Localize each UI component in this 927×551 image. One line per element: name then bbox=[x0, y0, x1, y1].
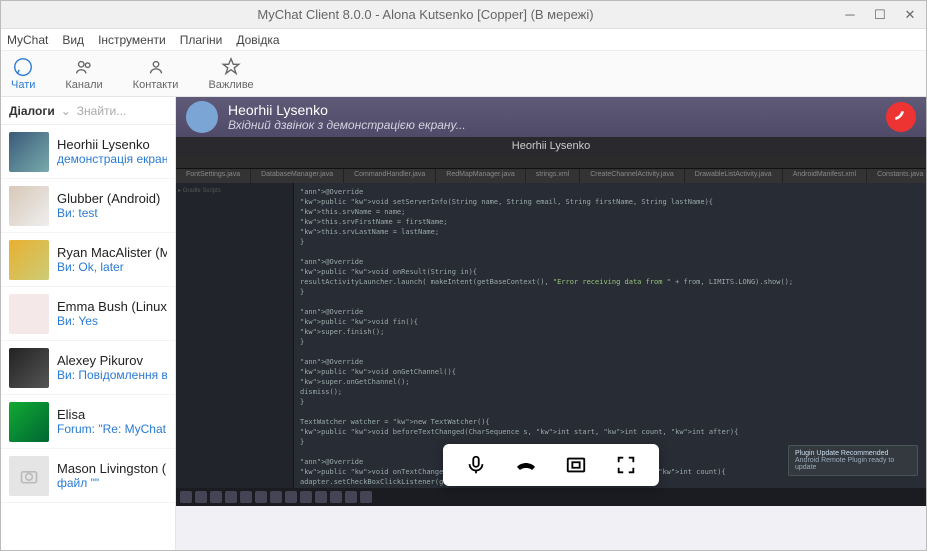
tab-contacts[interactable]: Контакти bbox=[133, 56, 179, 91]
dialog-sub: Ви: Ok, later bbox=[57, 260, 167, 274]
phone-hangup-icon bbox=[514, 453, 538, 477]
menu-help[interactable]: Довідка bbox=[236, 33, 279, 47]
tab-chats[interactable]: Чати bbox=[11, 56, 35, 91]
ide-tab: DrawableListActivity.java bbox=[685, 169, 782, 183]
microphone-icon bbox=[465, 454, 487, 476]
tab-important[interactable]: Важливе bbox=[208, 56, 253, 91]
chevron-down-icon[interactable]: ⌄ bbox=[61, 104, 71, 118]
os-taskbar bbox=[176, 488, 926, 506]
screen-icon bbox=[565, 454, 587, 476]
end-call-button[interactable] bbox=[513, 452, 539, 478]
sidebar-title: Діалоги bbox=[9, 104, 55, 118]
menu-plugins[interactable]: Плагіни bbox=[180, 33, 223, 47]
ide-tab: AndroidManifest.xml bbox=[783, 169, 866, 183]
ide-notification: Plugin Update Recommended Android Remote… bbox=[788, 445, 918, 476]
titlebar: MyChat Client 8.0.0 - Alona Kutsenko [Co… bbox=[1, 1, 926, 29]
minimize-button[interactable]: ─ bbox=[842, 7, 858, 23]
tab-chats-label: Чати bbox=[11, 79, 35, 91]
contacts-icon bbox=[145, 56, 167, 78]
ide-tab: DatabaseManager.java bbox=[251, 169, 343, 183]
dialog-sub: Forum: "Re: MyChat bbox=[57, 422, 167, 436]
tab-important-label: Важливе bbox=[208, 79, 253, 91]
dialog-item[interactable]: Alexey PikurovВи: Повідомлення від bbox=[1, 341, 175, 395]
dialog-sub: демонстрація екрану bbox=[57, 152, 167, 166]
search-input[interactable]: Знайти... bbox=[77, 104, 126, 118]
dialog-item[interactable]: Heorhii Lysenkoдемонстрація екрану bbox=[1, 125, 175, 179]
menubar: MyChat Вид Інструменти Плагіни Довідка bbox=[1, 29, 926, 51]
dialog-name: Glubber (Android) bbox=[57, 191, 167, 206]
menu-view[interactable]: Вид bbox=[62, 33, 84, 47]
tab-contacts-label: Контакти bbox=[133, 79, 179, 91]
toggle-screen-button[interactable] bbox=[563, 452, 589, 478]
avatar bbox=[9, 240, 49, 280]
ide-tab: RedMapManager.java bbox=[436, 169, 525, 183]
notif-body: Android Remote Plugin ready to update bbox=[795, 457, 911, 471]
dialog-name: Ryan MacAlister (Mac) bbox=[57, 245, 167, 260]
dialog-name: Elisa bbox=[57, 407, 167, 422]
dialog-list: Heorhii Lysenkoдемонстрація екрану Glubb… bbox=[1, 125, 175, 550]
call-header: Heorhii Lysenko Вхідний дзвінок з демонс… bbox=[176, 97, 926, 137]
toolbar: Чати Канали Контакти Важливе bbox=[1, 51, 926, 97]
share-title: Heorhii Lysenko bbox=[512, 140, 590, 152]
sidebar: Діалоги ⌄ Знайти... Heorhii Lysenkoдемон… bbox=[1, 97, 176, 550]
tree-root: Gradle Scripts bbox=[183, 188, 221, 194]
chat-icon bbox=[12, 56, 34, 78]
dialog-sub: Ви: test bbox=[57, 206, 167, 220]
dialog-item[interactable]: Ryan MacAlister (Mac)Ви: Ok, later bbox=[1, 233, 175, 287]
dialog-item[interactable]: Emma Bush (Linux)Ви: Yes bbox=[1, 287, 175, 341]
tab-channels[interactable]: Канали bbox=[65, 56, 102, 91]
tab-channels-label: Канали bbox=[65, 79, 102, 91]
dialog-name: Emma Bush (Linux) bbox=[57, 299, 167, 314]
main-area: Heorhii Lysenko Вхідний дзвінок з демонс… bbox=[176, 97, 926, 550]
maximize-button[interactable]: ☐ bbox=[872, 7, 888, 23]
ide-tabs: FontSettings.java DatabaseManager.java C… bbox=[176, 169, 926, 183]
avatar bbox=[9, 348, 49, 388]
dialog-sub: Ви: Yes bbox=[57, 314, 167, 328]
ide-project-tree: ▸ Gradle Scripts bbox=[176, 183, 294, 488]
caller-name: Heorhii Lysenko bbox=[228, 102, 876, 118]
dialog-name: Heorhii Lysenko bbox=[57, 137, 167, 152]
close-button[interactable]: ✕ bbox=[902, 7, 918, 23]
ide-tab: strings.xml bbox=[526, 169, 579, 183]
dialog-sub: Ви: Повідомлення від bbox=[57, 368, 167, 382]
caller-avatar bbox=[186, 101, 218, 133]
dialog-item[interactable]: Glubber (Android)Ви: test bbox=[1, 179, 175, 233]
call-controls bbox=[443, 444, 659, 486]
ide-editor: "ann">@Override"kw">public "kw">void set… bbox=[294, 183, 926, 488]
dialog-sub: файл "" bbox=[57, 476, 167, 490]
fullscreen-icon bbox=[615, 454, 637, 476]
mute-button[interactable] bbox=[463, 452, 489, 478]
avatar bbox=[9, 294, 49, 334]
call-overlay: Heorhii Lysenko Вхідний дзвінок з демонс… bbox=[176, 97, 926, 506]
menu-tools[interactable]: Інструменти bbox=[98, 33, 166, 47]
phone-down-icon bbox=[893, 109, 909, 125]
ide-tab: Constants.java bbox=[867, 169, 926, 183]
camera-icon bbox=[19, 466, 39, 486]
dialog-item[interactable]: ElisaForum: "Re: MyChat bbox=[1, 395, 175, 449]
sidebar-header: Діалоги ⌄ Знайти... bbox=[1, 97, 175, 125]
notif-title: Plugin Update Recommended bbox=[795, 450, 911, 457]
dialog-name: Mason Livingston (not online) bbox=[57, 461, 167, 476]
window-controls: ─ ☐ ✕ bbox=[842, 7, 918, 23]
share-titlebar: Heorhii Lysenko bbox=[176, 137, 926, 155]
menu-mychat[interactable]: MyChat bbox=[7, 33, 48, 47]
dialog-name: Alexey Pikurov bbox=[57, 353, 167, 368]
ide-tab: CommandHandler.java bbox=[344, 169, 435, 183]
window-title: MyChat Client 8.0.0 - Alona Kutsenko [Co… bbox=[9, 7, 842, 22]
ide-tab: CreateChannelActivity.java bbox=[580, 169, 684, 183]
caller-subtitle: Вхідний дзвінок з демонстрацією екрану..… bbox=[228, 118, 876, 132]
fullscreen-button[interactable] bbox=[613, 452, 639, 478]
avatar bbox=[9, 402, 49, 442]
star-icon bbox=[220, 56, 242, 78]
avatar bbox=[9, 186, 49, 226]
people-icon bbox=[73, 56, 95, 78]
ide-tab: FontSettings.java bbox=[176, 169, 250, 183]
hangup-button[interactable] bbox=[886, 102, 916, 132]
dialog-item[interactable]: Mason Livingston (not online)файл "" bbox=[1, 449, 175, 503]
avatar bbox=[9, 132, 49, 172]
avatar bbox=[9, 456, 49, 496]
ide-toolbar bbox=[176, 155, 926, 169]
